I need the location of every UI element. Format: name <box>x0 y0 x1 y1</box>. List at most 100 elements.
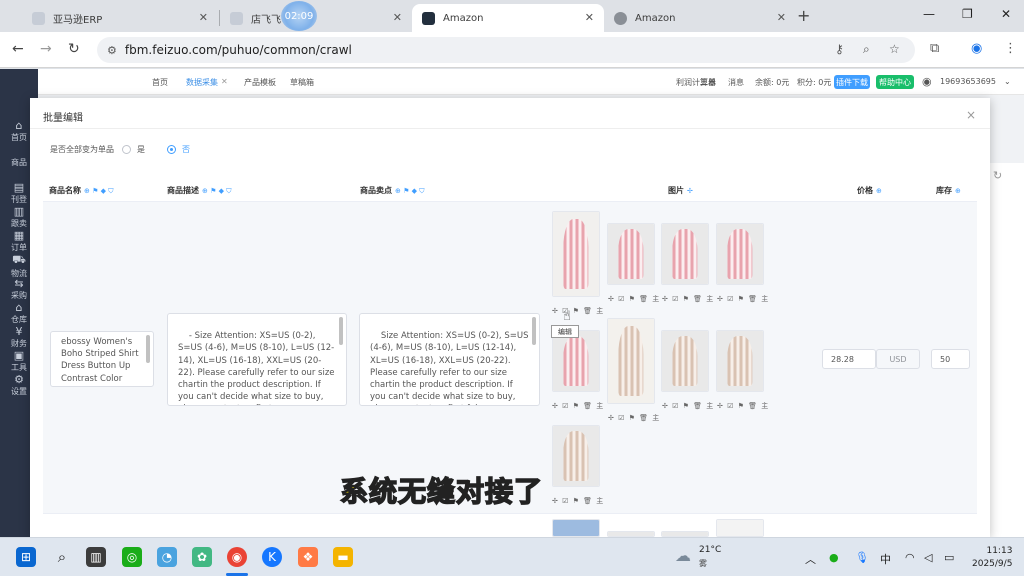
tab-amazon[interactable]: Amazon ✕ <box>604 4 796 32</box>
windows-start-icon[interactable]: ⊞ <box>16 547 36 567</box>
single-product-label: 是否全部变为单品 <box>50 145 114 154</box>
product-image[interactable] <box>552 519 600 537</box>
move-icon[interactable]: ✢ <box>687 187 693 195</box>
col-images-header: 图片 ✢ <box>668 186 693 195</box>
image-action-icons[interactable]: ✢ ☑ ⚑ 🗑 主 <box>608 294 660 304</box>
close-icon[interactable]: ✕ <box>393 11 402 24</box>
task-view-icon[interactable]: ▥ <box>86 547 106 567</box>
close-icon[interactable]: ✕ <box>221 77 228 86</box>
nav-home[interactable]: 首页 <box>152 77 168 88</box>
tab-title: 亚马逊ERP <box>53 14 103 26</box>
menu-icon[interactable]: ⋮ <box>1004 41 1017 56</box>
product-name-textarea[interactable]: ebossy Women's Boho Striped Shirt Dress … <box>50 331 154 387</box>
image-action-icons[interactable]: ✢ ☑ ⚑ 🗑 主 <box>662 294 714 304</box>
site-info-icon[interactable]: ⚙ <box>107 44 117 57</box>
column-tool-icon[interactable]: ⊕ <box>955 187 961 195</box>
column-tool-icons[interactable]: ⊕ ⚑ ◆ ⛉ <box>202 187 231 195</box>
nav-drafts[interactable]: 草稿箱 <box>290 77 314 88</box>
product-image[interactable] <box>716 223 764 285</box>
profile-icon[interactable]: ◉ <box>971 41 982 56</box>
column-tool-icons[interactable]: ⊕ ⚑ ◆ ⛉ <box>84 187 113 195</box>
app-icon[interactable]: ✿ <box>192 547 212 567</box>
stock-input[interactable]: 50 <box>931 349 970 369</box>
nav-product-template[interactable]: 产品模板 <box>244 77 276 88</box>
product-bullet-textarea[interactable]: Size Attention: XS=US (0-2), S=US (4-6),… <box>359 313 540 406</box>
battery-icon[interactable]: ▭ <box>944 551 954 564</box>
nav-data-collect[interactable]: 数据采集 <box>186 77 218 88</box>
scrollbar[interactable] <box>532 317 536 345</box>
tab-erp[interactable]: 亚马逊ERP ✕ <box>22 4 218 32</box>
close-icon[interactable]: ✕ <box>199 11 208 24</box>
app-icon[interactable]: ❖ <box>298 547 318 567</box>
image-action-icons[interactable]: ✢ ☑ ⚑ 🗑 主 <box>552 496 604 506</box>
ime-indicator[interactable]: 中 <box>880 551 891 567</box>
chrome-icon[interactable]: ◉ <box>227 547 247 567</box>
reload-icon[interactable]: ↻ <box>68 41 80 57</box>
column-tool-icon[interactable]: ⊕ <box>876 187 882 195</box>
close-icon[interactable]: ✕ <box>777 11 786 24</box>
system-clock[interactable]: 11:13 2025/9/5 <box>972 545 1012 571</box>
wifi-icon[interactable]: ◠ <box>905 551 915 564</box>
chat-app-icon[interactable]: ◔ <box>157 547 177 567</box>
close-icon[interactable]: ✕ <box>585 11 594 24</box>
radio-no-label[interactable]: 否 <box>182 144 190 155</box>
tab-amazon-active[interactable]: Amazon ✕ <box>412 4 604 32</box>
image-action-icons[interactable]: ✢ ☑ ⚑ 🗑 主 <box>608 413 660 423</box>
scrollbar[interactable] <box>146 335 150 363</box>
plugin-download-button[interactable]: 插件下载 <box>834 75 870 89</box>
product-desc-textarea[interactable]: - Size Attention: XS=US (0-2), S=US (4-6… <box>167 313 347 406</box>
weather-temp: 21°C <box>699 545 722 555</box>
search-icon[interactable]: ⌕ <box>52 547 72 567</box>
nav-ticket[interactable]: 工单 <box>700 77 716 88</box>
column-tool-icons[interactable]: ⊕ ⚑ ◆ ⛉ <box>395 187 424 195</box>
k-app-icon[interactable]: K <box>262 547 282 567</box>
volume-icon[interactable]: ◁ <box>924 551 932 564</box>
wechat-icon[interactable]: ◎ <box>122 547 142 567</box>
bookmark-star-icon[interactable]: ☆ <box>889 42 900 56</box>
product-image[interactable] <box>607 318 655 404</box>
cloud-icon[interactable]: ☁ <box>675 546 691 565</box>
nav-message[interactable]: 消息 <box>728 77 744 88</box>
product-image-main[interactable] <box>552 211 600 297</box>
scrollbar[interactable] <box>339 317 343 345</box>
back-icon[interactable]: ← <box>12 41 24 57</box>
forward-icon[interactable]: → <box>40 41 52 57</box>
image-action-icons[interactable]: ✢ ☑ ⚑ 🗑 主 <box>552 306 604 316</box>
single-product-option: 是否全部变为单品 是 否 <box>50 144 190 155</box>
chevron-up-icon[interactable]: ︿ <box>805 551 816 567</box>
product-image[interactable] <box>716 330 764 392</box>
product-image[interactable] <box>552 330 600 392</box>
product-image[interactable] <box>716 519 764 537</box>
tray-app-icon[interactable]: ● <box>829 551 839 564</box>
close-window-icon[interactable]: ✕ <box>1001 7 1011 21</box>
product-image[interactable] <box>661 330 709 392</box>
restore-icon[interactable]: ❐ <box>962 7 973 21</box>
address-bar[interactable]: ⚙ fbm.feizuo.com/puhuo/common/crawl ⚷ ⌕ … <box>97 37 915 63</box>
product-image[interactable] <box>607 223 655 285</box>
microphone-icon[interactable]: 🎙 <box>855 551 869 564</box>
extensions-icon[interactable]: ⧉ <box>930 41 939 56</box>
key-icon[interactable]: ⚷ <box>835 42 844 56</box>
radio-no[interactable] <box>167 145 176 154</box>
modal-close-icon[interactable]: × <box>966 108 976 122</box>
avatar[interactable]: ◉ <box>922 75 932 88</box>
col-bullet-header: 商品卖点 ⊕ ⚑ ◆ ⛉ <box>360 186 425 195</box>
image-action-icons[interactable]: ✢ ☑ ⚑ 🗑 主 <box>662 401 714 411</box>
minimize-icon[interactable]: — <box>923 7 935 21</box>
image-action-icons[interactable]: ✢ ☑ ⚑ 🗑 主 <box>717 401 769 411</box>
tab-title: 店飞飞 <box>251 14 281 26</box>
help-center-button[interactable]: 帮助中心 <box>876 75 914 89</box>
radio-yes-label[interactable]: 是 <box>137 144 145 155</box>
new-tab-icon[interactable]: + <box>797 6 810 25</box>
price-input[interactable]: 28.28 <box>822 349 876 369</box>
zoom-icon[interactable]: ⌕ <box>863 42 870 57</box>
file-explorer-icon[interactable]: ▬ <box>333 547 353 567</box>
image-action-icons[interactable]: ✢ ☑ ⚑ 🗑 主 <box>717 294 769 304</box>
user-phone: 19693653695 <box>940 77 996 86</box>
product-image[interactable] <box>661 223 709 285</box>
image-action-icons[interactable]: ✢ ☑ ⚑ 🗑 主 <box>552 401 604 411</box>
radio-yes[interactable] <box>122 145 131 154</box>
chevron-down-icon[interactable]: ⌄ <box>1004 77 1011 86</box>
product-image[interactable] <box>552 425 600 487</box>
refresh-icon[interactable]: ↻ <box>993 169 1002 182</box>
